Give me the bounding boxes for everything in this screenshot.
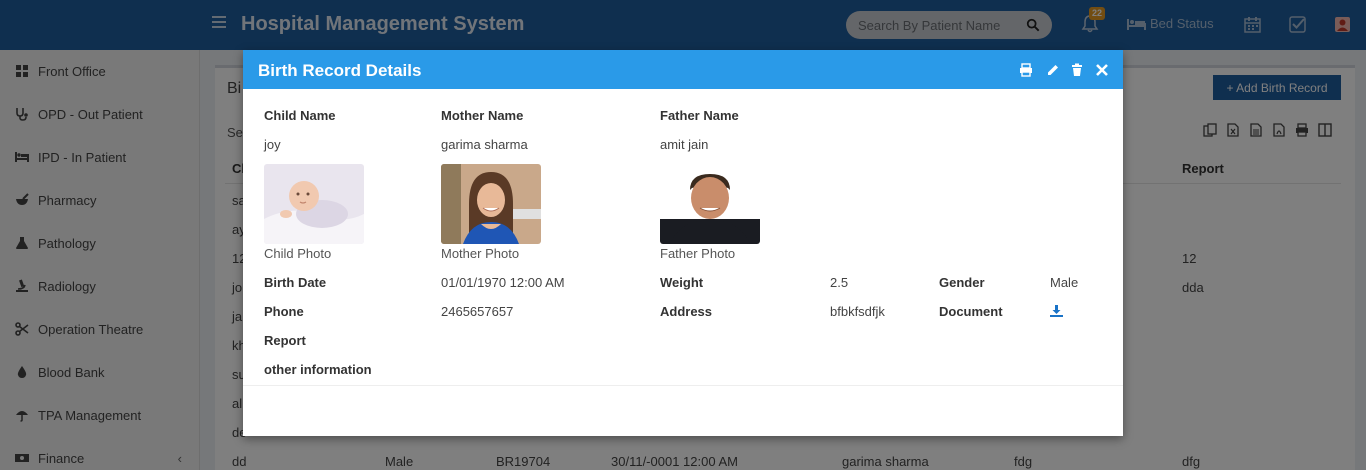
- report-label: Report: [264, 333, 306, 348]
- gender-label: Gender: [939, 275, 985, 290]
- father-photo-image: [660, 164, 760, 244]
- mother-name-value: garima sharma: [441, 137, 528, 152]
- mother-photo-image: [441, 164, 541, 244]
- child-name-value: joy: [264, 137, 281, 152]
- modal-title: Birth Record Details: [258, 61, 422, 80]
- mother-name-label: Mother Name: [441, 108, 524, 123]
- weight-value: 2.5: [830, 275, 849, 290]
- child-photo-image: [264, 164, 364, 244]
- modal-header: Birth Record Details: [243, 50, 1123, 89]
- close-icon[interactable]: [1095, 63, 1109, 77]
- edit-pencil-icon[interactable]: [1046, 63, 1060, 77]
- child-photo[interactable]: [264, 164, 364, 244]
- other-information-label: other information: [264, 362, 372, 377]
- father-photo-caption: Father Photo: [660, 246, 736, 261]
- child-name-label: Child Name: [264, 108, 336, 123]
- father-name-label: Father Name: [660, 108, 739, 123]
- birth-record-details-modal: Birth Record Details Child Name Mother N…: [243, 50, 1123, 436]
- download-icon[interactable]: [1050, 304, 1063, 317]
- father-name-value: amit jain: [660, 137, 709, 152]
- address-value: bfbkfsdfjk: [830, 304, 885, 319]
- child-photo-caption: Child Photo: [264, 246, 332, 261]
- modal-divider: [243, 385, 1123, 386]
- print-icon[interactable]: [1019, 63, 1033, 77]
- weight-label: Weight: [660, 275, 704, 290]
- birth-date-value: 01/01/1970 12:00 AM: [441, 275, 565, 290]
- document-label: Document: [939, 304, 1003, 319]
- phone-label: Phone: [264, 304, 304, 319]
- mother-photo[interactable]: [441, 164, 541, 244]
- birth-date-label: Birth Date: [264, 275, 327, 290]
- phone-value: 2465657657: [441, 304, 514, 319]
- mother-photo-caption: Mother Photo: [441, 246, 520, 261]
- father-photo[interactable]: [660, 164, 760, 244]
- trash-icon[interactable]: [1070, 63, 1084, 77]
- gender-value: Male: [1050, 275, 1079, 290]
- address-label: Address: [660, 304, 713, 319]
